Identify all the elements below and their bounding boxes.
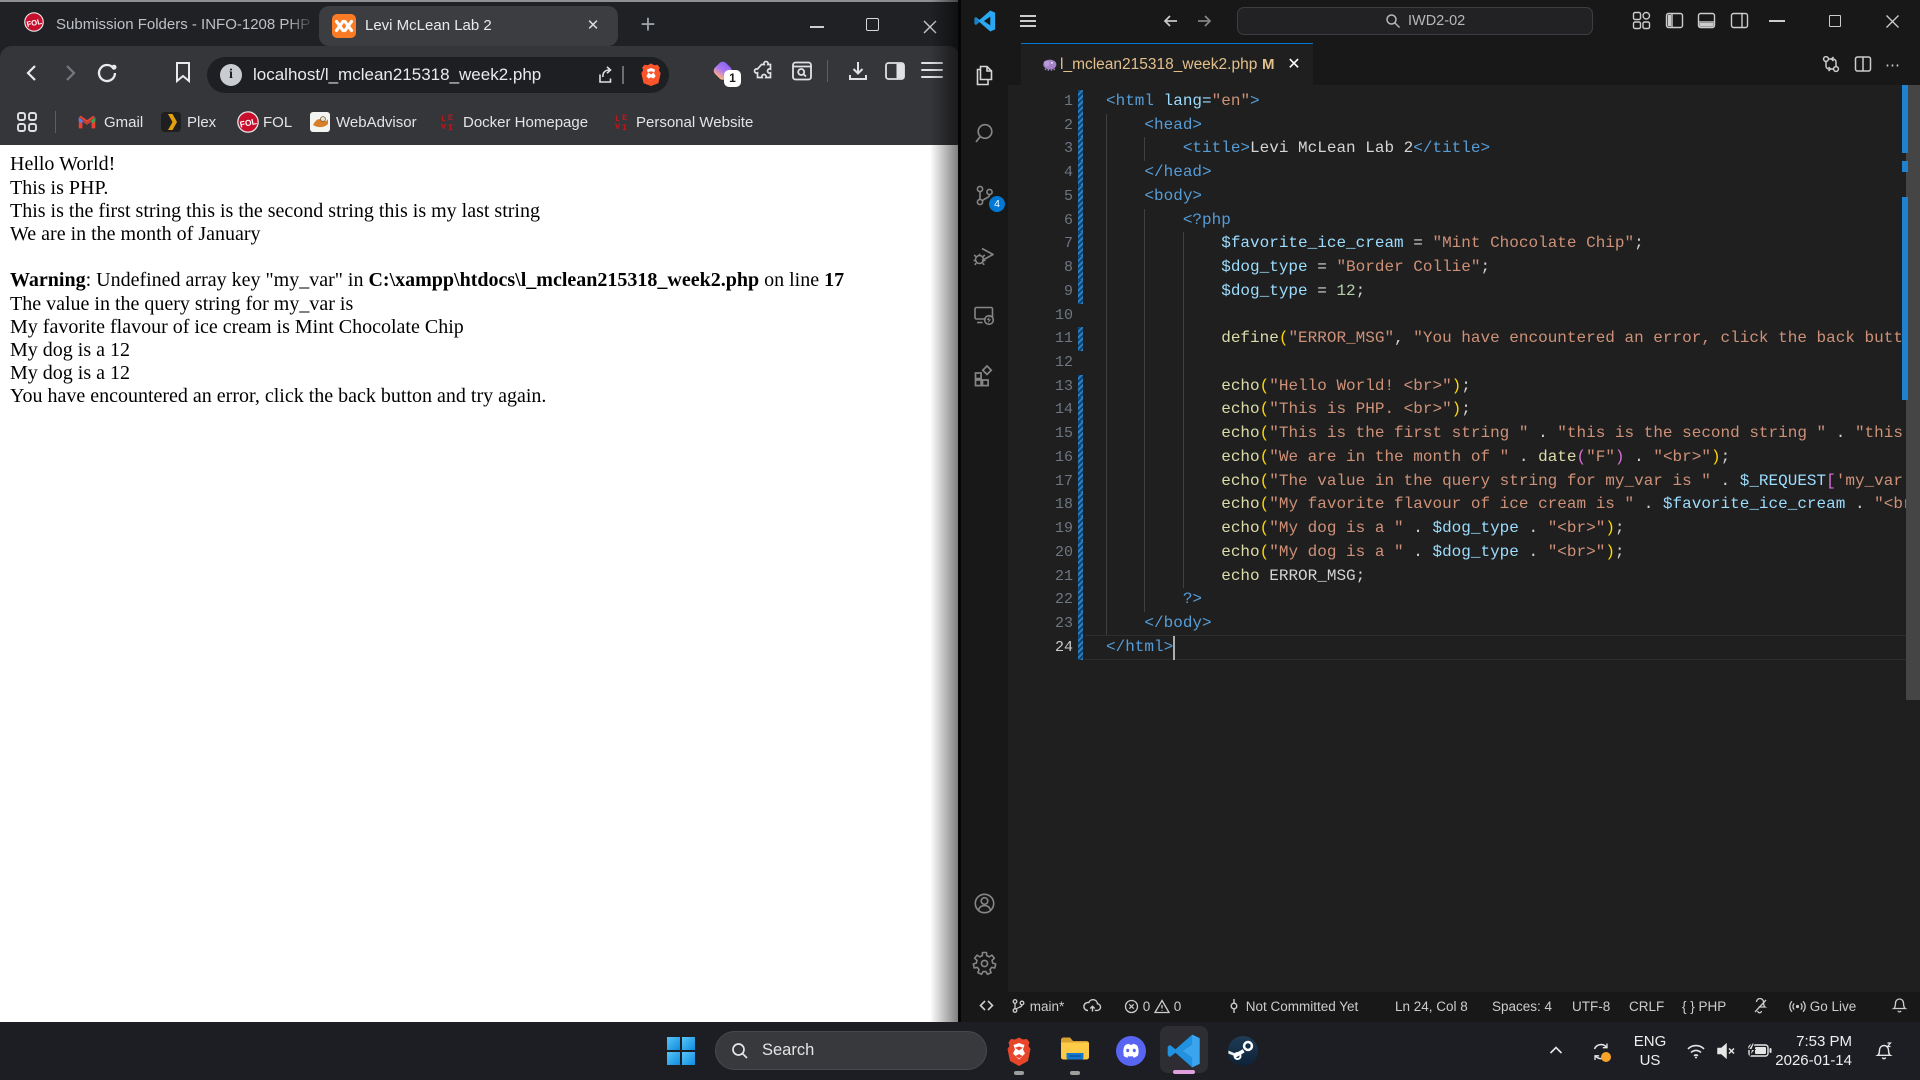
svg-text:VI: VI (615, 122, 627, 133)
svg-text:VI: VI (441, 122, 453, 133)
